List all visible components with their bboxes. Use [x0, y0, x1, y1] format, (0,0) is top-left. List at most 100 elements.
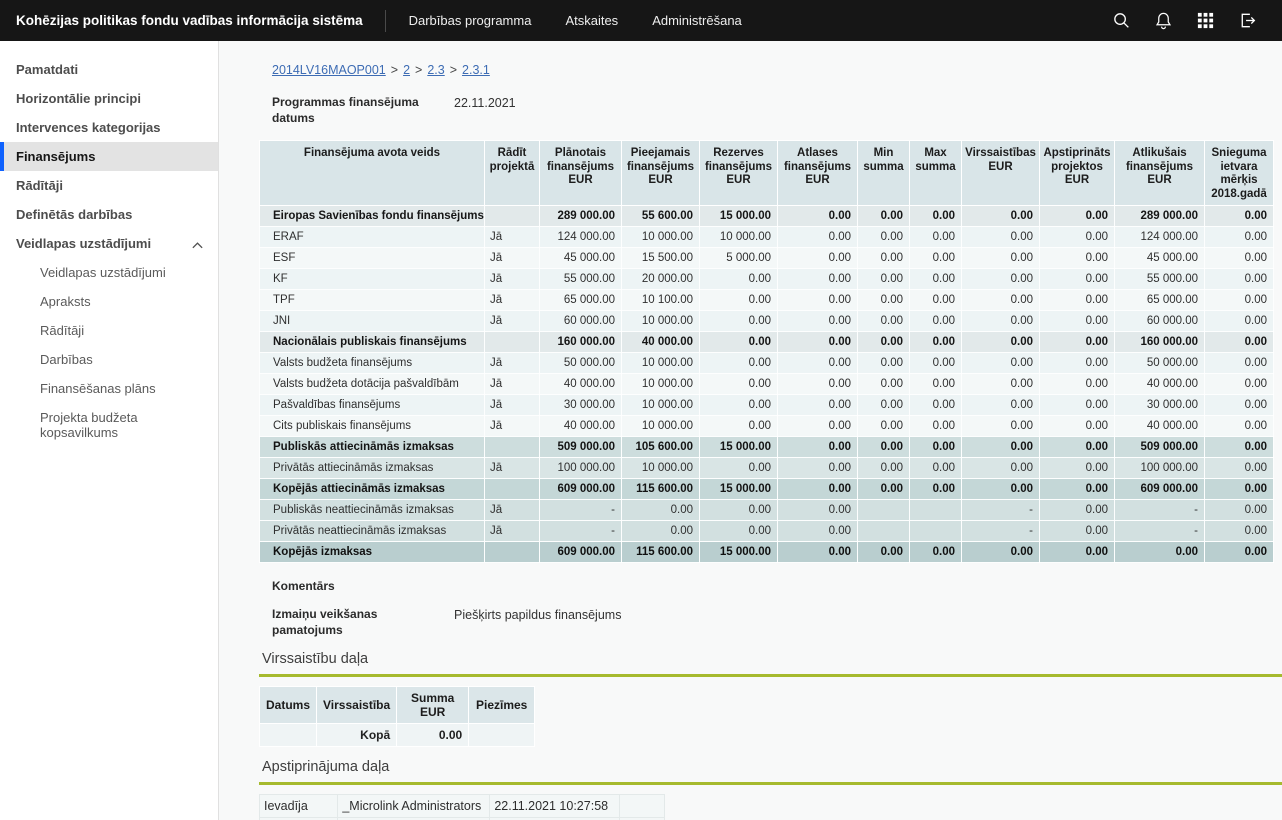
nav-menu-item[interactable]: Darbības programma [392, 13, 549, 28]
nav-menu-item[interactable]: Administrēšana [635, 13, 759, 28]
value-cell: 0.00 [910, 437, 962, 458]
table-row: Privātās attiecināmās izmaksasJā100 000.… [260, 458, 1274, 479]
value-cell: 0.00 [700, 290, 778, 311]
value-cell: Jā [485, 227, 540, 248]
value-cell: 0.00 [1040, 374, 1115, 395]
value-cell: 0.00 [1040, 290, 1115, 311]
value-cell: 124 000.00 [540, 227, 622, 248]
table-row: TPFJā65 000.0010 100.000.000.000.000.000… [260, 290, 1274, 311]
breadcrumb-link[interactable]: 2014LV16MAOP001 [272, 63, 386, 77]
logout-icon[interactable] [1226, 0, 1268, 41]
sidebar-item-defin-t-s-darb-bas[interactable]: Definētās darbības [0, 200, 218, 229]
breadcrumb-link[interactable]: 2.3 [427, 63, 444, 77]
value-cell: 124 000.00 [1115, 227, 1205, 248]
column-header: Atlases finansējums EUR [778, 141, 858, 206]
value-cell: 0.00 [962, 374, 1040, 395]
value-cell: 0.00 [1040, 479, 1115, 500]
value-cell: 0.00 [858, 227, 910, 248]
value-cell: 289 000.00 [1115, 206, 1205, 227]
change-reason-value: Piešķirts papildus finansējums [454, 607, 621, 622]
value-cell: 115 600.00 [622, 479, 700, 500]
notifications-icon[interactable] [1142, 0, 1184, 41]
chevron-up-icon[interactable] [191, 238, 204, 253]
sidebar-subitem-finans-anas-pl-ns[interactable]: Finansēšanas plāns [0, 374, 218, 403]
value-cell: 0.00 [1205, 290, 1274, 311]
value-cell: 10 000.00 [700, 227, 778, 248]
sidebar-item-pamatdati[interactable]: Pamatdati [0, 55, 218, 84]
breadcrumb: 2014LV16MAOP001>2>2.3>2.3.1 [272, 63, 1274, 77]
value-cell: 40 000.00 [540, 416, 622, 437]
value-cell: 0.00 [962, 353, 1040, 374]
column-header: Apstiprināts projektos EUR [1040, 141, 1115, 206]
value-cell: 0.00 [910, 353, 962, 374]
value-cell: 0.00 [1205, 500, 1274, 521]
table-row: Eiropas Savienības fondu finansējums289 … [260, 206, 1274, 227]
value-cell: 0.00 [622, 500, 700, 521]
value-cell: 0.00 [1115, 542, 1205, 563]
row-label-cell: Privātās neattiecināmās izmaksas [260, 521, 485, 542]
value-cell: 10 000.00 [622, 458, 700, 479]
comment-label: Komentārs [259, 579, 1274, 593]
value-cell: 0.00 [1205, 374, 1274, 395]
value-cell: 45 000.00 [540, 248, 622, 269]
value-cell: 0.00 [858, 395, 910, 416]
app-title[interactable]: Kohēzijas politikas fondu vadības inform… [0, 13, 379, 28]
value-cell [858, 500, 910, 521]
sidebar-subitem-r-d-t-ji[interactable]: Rādītāji [0, 316, 218, 345]
value-cell: 0.00 [910, 311, 962, 332]
app-switcher-icon[interactable] [1184, 0, 1226, 41]
sidebar-item-label: Pamatdati [16, 62, 78, 77]
value-cell: Jā [485, 353, 540, 374]
value-cell: 0.00 [1205, 479, 1274, 500]
value-cell: 40 000.00 [1115, 374, 1205, 395]
value-cell: 0.00 [1040, 269, 1115, 290]
value-cell [858, 521, 910, 542]
value-cell: 0.00 [1040, 332, 1115, 353]
value-cell: 60 000.00 [540, 311, 622, 332]
value-cell: 40 000.00 [540, 374, 622, 395]
nav-menu-item[interactable]: Atskaites [548, 13, 635, 28]
change-reason-row: Izmaiņu veikšanas pamatojums Piešķirts p… [259, 607, 1274, 638]
column-header: Datums [260, 686, 317, 723]
sidebar-item-r-d-t-ji[interactable]: Rādītāji [0, 171, 218, 200]
navbar-icons [1100, 0, 1282, 41]
value-cell: 0.00 [962, 437, 1040, 458]
value-cell: 0.00 [1205, 416, 1274, 437]
value-cell: 0.00 [858, 437, 910, 458]
sidebar-item-veidlapas-uzst-d-jumi[interactable]: Veidlapas uzstādījumi [0, 229, 218, 258]
value-cell: 0.00 [1205, 227, 1274, 248]
value-cell: 0.00 [622, 521, 700, 542]
row-label-cell: Publiskās neattiecināmās izmaksas [260, 500, 485, 521]
value-cell: 0.00 [700, 332, 778, 353]
sidebar-item-horizont-lie-principi[interactable]: Horizontālie principi [0, 84, 218, 113]
navbar-divider [385, 10, 386, 32]
table-row: ERAFJā124 000.0010 000.0010 000.000.000.… [260, 227, 1274, 248]
sidebar-item-finans-jums[interactable]: Finansējums [0, 142, 218, 171]
value-cell: 0.00 [962, 458, 1040, 479]
value-cell: 0.00 [778, 269, 858, 290]
sidebar-subitem-veidlapas-uzst-d-jumi[interactable]: Veidlapas uzstādījumi [0, 258, 218, 287]
table-row: Valsts budžeta dotācija pašvaldībāmJā40 … [260, 374, 1274, 395]
value-cell: 100 000.00 [540, 458, 622, 479]
value-cell: 0.00 [858, 458, 910, 479]
value-cell: 0.00 [858, 332, 910, 353]
table-row: Publiskās neattiecināmās izmaksasJā-0.00… [260, 500, 1274, 521]
search-icon[interactable] [1100, 0, 1142, 41]
value-cell: 10 000.00 [622, 374, 700, 395]
sidebar-subitem-projekta-bud-eta-kopsavilkums[interactable]: Projekta budžeta kopsavilkums [0, 403, 218, 447]
sidebar-subitem-darb-bas[interactable]: Darbības [0, 345, 218, 374]
sidebar-item-intervences-kategorijas[interactable]: Intervences kategorijas [0, 113, 218, 142]
value-cell: 0.00 [778, 500, 858, 521]
row-label-cell: Publiskās attiecināmās izmaksas [260, 437, 485, 458]
value-cell: - [962, 521, 1040, 542]
value-cell: 0.00 [778, 542, 858, 563]
breadcrumb-link[interactable]: 2 [403, 63, 410, 77]
value-cell: 0.00 [1205, 332, 1274, 353]
value-cell: 0.00 [778, 458, 858, 479]
value-cell: 0.00 [1205, 458, 1274, 479]
finance-table: Finansējuma avota veidsRādīt projektāPlā… [259, 140, 1274, 563]
value-cell: 0.00 [858, 542, 910, 563]
breadcrumb-link[interactable]: 2.3.1 [462, 63, 490, 77]
sidebar-subitem-apraksts[interactable]: Apraksts [0, 287, 218, 316]
table-row: Kopā0.00 [260, 723, 535, 746]
